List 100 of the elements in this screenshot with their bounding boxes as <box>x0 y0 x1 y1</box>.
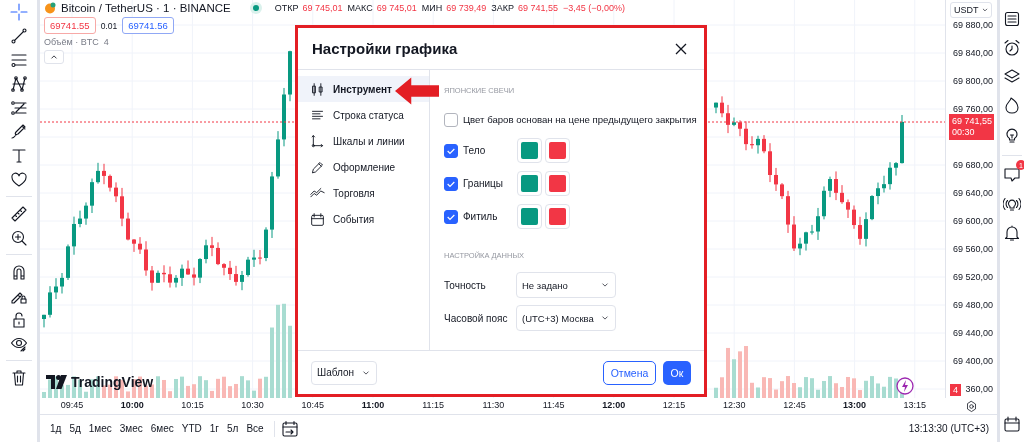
nav-item[interactable]: Торговля <box>298 180 429 206</box>
time-tick: 11:15 <box>422 400 445 410</box>
nav-item[interactable]: Оформление <box>298 154 429 180</box>
brush-icon[interactable] <box>9 123 28 141</box>
field-label: Точность <box>444 279 487 291</box>
zoom-in-icon[interactable] <box>9 229 28 247</box>
checkbox-label[interactable]: Цвет баров основан на цене предыдущего закрытия <box>463 114 697 125</box>
volume-label: Объём · BTC <box>44 37 99 47</box>
dropdown-select[interactable]: Не задано <box>516 272 616 298</box>
flame-icon[interactable] <box>1003 96 1021 115</box>
checkbox-label[interactable]: Границы <box>463 178 517 189</box>
candle <box>714 102 718 114</box>
candle <box>732 117 736 127</box>
ohlc-value: 69 745,01 <box>376 3 417 13</box>
range-button[interactable]: Все <box>242 423 268 434</box>
checkbox[interactable] <box>444 176 458 191</box>
time-tick: 10:45 <box>301 400 325 410</box>
calendar-icon[interactable] <box>1003 414 1021 433</box>
range-button[interactable]: 5д <box>65 423 85 434</box>
volume-bar <box>720 377 724 398</box>
range-button[interactable]: 1г <box>205 423 224 434</box>
alarm-clock-icon[interactable] <box>1003 38 1021 57</box>
currency-select[interactable]: USDT <box>950 2 992 18</box>
volume-bar <box>804 377 808 398</box>
candle <box>48 285 52 318</box>
clock-text[interactable]: 13:13:30 (UTC+3) <box>908 423 989 434</box>
volume-bar <box>198 376 202 398</box>
volume-bar <box>792 383 796 398</box>
lightning-icon[interactable] <box>896 377 914 395</box>
list-icon[interactable] <box>1003 9 1021 28</box>
nav-item[interactable]: Строка статуса <box>298 102 429 128</box>
ruler-icon[interactable] <box>9 205 28 223</box>
volume-bar <box>876 383 880 398</box>
symbol-title[interactable]: Bitcoin / TetherUS · 1 · BINANCE <box>61 2 231 14</box>
candle <box>240 270 244 291</box>
eye-icon[interactable] <box>9 335 28 353</box>
volume-bar <box>66 384 70 398</box>
range-button[interactable]: 6мес <box>146 423 178 434</box>
nav-item[interactable]: События <box>298 206 429 232</box>
range-button[interactable]: 3мес <box>115 423 147 434</box>
volume-bar <box>210 390 214 398</box>
range-button[interactable]: 5л <box>223 423 243 434</box>
candle <box>828 176 832 198</box>
dropdown-select[interactable]: (UTC+3) Москва <box>516 305 616 331</box>
candle <box>720 95 724 118</box>
template-select[interactable]: Шаблон <box>311 360 377 385</box>
candle <box>186 259 190 276</box>
status-dot-icon <box>249 2 262 14</box>
volume-bar <box>888 376 892 398</box>
candle <box>270 171 274 239</box>
volume-bar <box>816 389 820 398</box>
chat-icon[interactable] <box>1003 165 1021 184</box>
candle <box>96 162 100 185</box>
trend-line-icon[interactable] <box>9 27 28 45</box>
cancel-button[interactable]: Отмена <box>603 360 656 385</box>
buy-price-tag[interactable]: 69741.56 <box>122 17 174 34</box>
range-button[interactable]: 1д <box>46 423 66 434</box>
time-tick: 12:30 <box>722 400 746 410</box>
bell-icon[interactable] <box>1003 223 1021 242</box>
last-price-text: 69 741,55 <box>952 116 994 127</box>
candle <box>876 182 880 205</box>
volume-bar <box>858 390 862 398</box>
checkbox[interactable] <box>444 112 458 127</box>
calendar-icon[interactable] <box>280 419 299 438</box>
candle <box>168 266 172 289</box>
checkbox-label[interactable]: Тело <box>463 145 517 156</box>
volume-bar <box>738 351 742 398</box>
candle <box>282 87 286 147</box>
settings-icon[interactable] <box>964 399 978 413</box>
field-label: Часовой пояс <box>444 312 509 324</box>
candle <box>144 240 148 277</box>
volume-bar <box>846 377 850 398</box>
change-value: −3,45 (−0,00%) <box>563 3 626 13</box>
range-button[interactable]: YTD <box>177 423 206 434</box>
candle <box>264 226 268 262</box>
volume-bar <box>840 387 844 398</box>
range-button[interactable]: 1мес <box>84 423 116 434</box>
candle <box>858 216 862 246</box>
ohlc-label: МАКС <box>347 3 373 13</box>
sell-price-tag[interactable]: 69741.55 <box>44 17 96 34</box>
candle <box>198 257 202 284</box>
candle <box>816 207 820 241</box>
candle <box>780 182 784 200</box>
chevron-up-icon <box>49 52 59 62</box>
zigzag-pattern-icon[interactable] <box>9 75 28 93</box>
heart-icon[interactable] <box>9 171 28 189</box>
checkbox[interactable] <box>444 209 458 224</box>
projection-icon[interactable] <box>9 99 28 117</box>
candle <box>216 241 220 266</box>
ok-button[interactable]: Ок <box>663 360 691 385</box>
candle <box>246 256 250 278</box>
checkbox-label[interactable]: Фитиль <box>463 211 517 222</box>
candle <box>792 215 796 252</box>
horizontal-lines-icon[interactable] <box>9 51 28 69</box>
nav-item[interactable]: Шкалы и линии <box>298 128 429 154</box>
logo-text[interactable]: TradingView <box>71 374 154 390</box>
pointer-arrow <box>395 77 439 105</box>
candle <box>138 236 142 255</box>
time-tick: 12:00 <box>602 400 626 410</box>
checkbox[interactable] <box>444 143 458 158</box>
